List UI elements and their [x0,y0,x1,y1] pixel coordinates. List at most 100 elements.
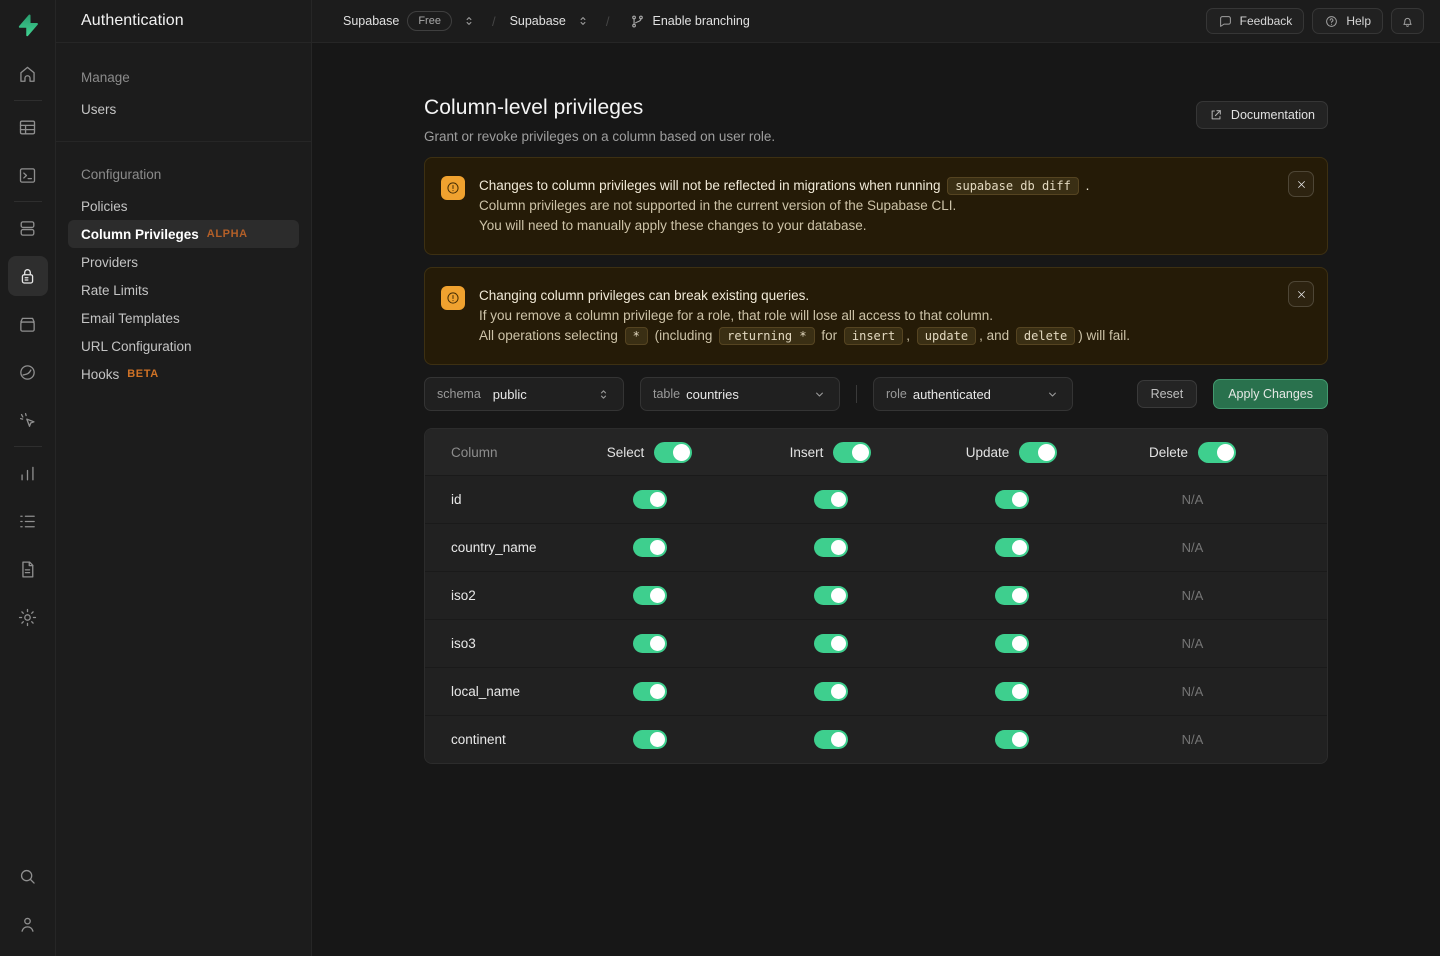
sidebar-item-label: Rate Limits [81,283,149,298]
sidebar-item-rate-limits[interactable]: Rate Limits [68,276,299,304]
filter-bar: schema public table countries role [424,377,1328,411]
toggle-update-continent[interactable] [995,730,1029,749]
beta-badge: BETA [127,368,159,380]
notifications-button[interactable] [1391,8,1424,34]
table-row-iso3: iso3N/A [425,619,1327,667]
toggle-select-country_name[interactable] [633,538,667,557]
sidebar-item-providers[interactable]: Providers [68,248,299,276]
apply-changes-button[interactable]: Apply Changes [1213,379,1328,409]
project-switcher-button[interactable] [574,12,592,30]
sidebar-item-column-privileges[interactable]: Column PrivilegesALPHA [68,220,299,248]
toggle-all-select[interactable] [654,442,692,463]
toggle-insert-continent[interactable] [814,730,848,749]
rail-divider [14,201,42,202]
topbar: Supabase Free / Supabase / [312,0,1440,43]
rail-item-sql-editor[interactable] [8,155,48,195]
edge-functions-icon [17,362,38,383]
schema-select[interactable]: schema public [424,377,624,411]
alpha-badge: ALPHA [207,228,248,240]
rail-item-storage[interactable] [8,304,48,344]
rail-item-logs[interactable] [8,501,48,541]
sidebar: Authentication ManageUsersConfigurationP… [56,0,312,956]
toggle-select-local_name[interactable] [633,682,667,701]
toggle-update-local_name[interactable] [995,682,1029,701]
toggle-all-update[interactable] [1019,442,1057,463]
toggle-update-country_name[interactable] [995,538,1029,557]
toggle-all-delete[interactable] [1198,442,1236,463]
rail-item-table-editor[interactable] [8,107,48,147]
schema-select-value: public [493,387,527,402]
feedback-button[interactable]: Feedback [1206,8,1305,34]
rail-item-api-docs[interactable] [8,549,48,589]
reset-button[interactable]: Reset [1137,380,1198,408]
supabase-bolt-icon [15,13,40,38]
page-header: Column-level privileges Grant or revoke … [424,96,1328,144]
table-row-id: idN/A [425,475,1327,523]
banner-title: Changing column privileges can break exi… [479,286,1130,306]
sidebar-item-label: Providers [81,255,138,270]
rail-item-realtime[interactable] [8,400,48,440]
org-name[interactable]: Supabase [343,14,399,28]
toggle-select-iso3[interactable] [633,634,667,653]
toggle-all-insert[interactable] [833,442,871,463]
banner-close-button[interactable] [1288,281,1314,307]
column-name: country_name [451,540,559,555]
filter-divider [856,385,857,403]
sidebar-divider [56,141,311,142]
toggle-insert-iso3[interactable] [814,634,848,653]
sidebar-item-email-templates[interactable]: Email Templates [68,304,299,332]
toggle-insert-country_name[interactable] [814,538,848,557]
rail-item-database[interactable] [8,208,48,248]
enable-branching-button[interactable]: Enable branching [624,13,756,30]
sidebar-item-label: Hooks [81,367,119,382]
rail-item-profile[interactable] [8,904,48,944]
sidebar-item-url-configuration[interactable]: URL Configuration [68,332,299,360]
bell-icon [1400,14,1415,29]
page-title: Column-level privileges [424,96,775,120]
role-select-value: authenticated [913,387,991,402]
table-select-value: countries [686,387,739,402]
help-button[interactable]: Help [1312,8,1383,34]
supabase-logo[interactable] [0,0,55,50]
toggle-select-id[interactable] [633,490,667,509]
role-select[interactable]: role authenticated [873,377,1073,411]
toggle-update-iso3[interactable] [995,634,1029,653]
toggle-update-iso2[interactable] [995,586,1029,605]
app-root: Authentication ManageUsersConfigurationP… [0,0,1440,956]
na-cell: N/A [1182,492,1204,507]
rail-item-settings[interactable] [8,597,48,637]
table-editor-icon [17,117,38,138]
rail-item-auth[interactable] [8,256,48,296]
project-name[interactable]: Supabase [510,14,566,28]
breadcrumb-separator: / [492,14,496,29]
toggle-update-id[interactable] [995,490,1029,509]
org-switcher-button[interactable] [460,12,478,30]
rail-item-home[interactable] [8,54,48,94]
toggle-insert-iso2[interactable] [814,586,848,605]
banner-line: Column privileges are not supported in t… [479,196,1089,216]
settings-icon [17,607,38,628]
table-row-continent: continentN/A [425,715,1327,763]
rail-item-search[interactable] [8,856,48,896]
rail-item-edge-functions[interactable] [8,352,48,392]
nav-rail [0,0,56,956]
git-branch-icon [630,14,645,29]
sidebar-item-users[interactable]: Users [68,95,299,123]
toggle-insert-local_name[interactable] [814,682,848,701]
toggle-insert-id[interactable] [814,490,848,509]
role-select-label: role [886,387,907,401]
banner-close-button[interactable] [1288,171,1314,197]
documentation-button[interactable]: Documentation [1196,101,1328,129]
plan-badge: Free [407,11,452,31]
toggle-select-continent[interactable] [633,730,667,749]
rail-divider [14,446,42,447]
na-cell: N/A [1182,684,1204,699]
na-cell: N/A [1182,588,1204,603]
banner-line: If you remove a column privilege for a r… [479,306,1130,326]
warning-banner-2: Changing column privileges can break exi… [424,267,1328,365]
rail-item-reports[interactable] [8,453,48,493]
table-select[interactable]: table countries [640,377,840,411]
sidebar-item-hooks[interactable]: Hooks BETA [68,360,299,388]
sidebar-item-policies[interactable]: Policies [68,192,299,220]
toggle-select-iso2[interactable] [633,586,667,605]
